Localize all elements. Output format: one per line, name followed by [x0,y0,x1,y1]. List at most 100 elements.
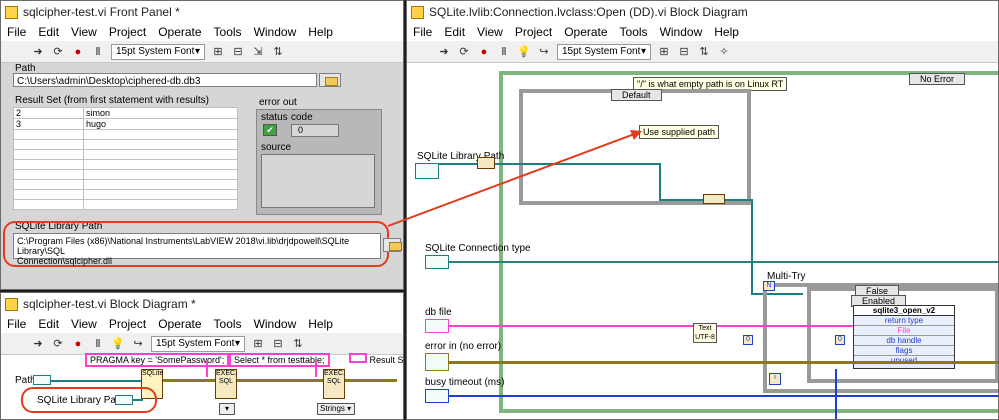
menu-operate[interactable]: Operate [158,25,201,39]
table-row [13,179,238,190]
menu-operate[interactable]: Operate [564,25,607,39]
front-panel-menubar: File Edit View Project Operate Tools Win… [1,23,403,41]
menu-edit[interactable]: Edit [444,25,465,39]
distribute-icon[interactable]: ⊟ [271,337,285,351]
table-row [13,149,238,160]
path-browse-button[interactable] [319,73,341,87]
sqlite-open-canvas: "/" is what empty path is on Linux RT No… [407,63,998,419]
menu-window[interactable]: Window [254,317,297,331]
exec-mode-selector[interactable]: ▾ [219,403,235,415]
path-to-string-node[interactable] [703,194,725,204]
menu-project[interactable]: Project [109,317,146,331]
menu-file[interactable]: File [7,25,26,39]
path-compare-node[interactable] [477,157,495,169]
zero-constant-2[interactable]: 0 [835,335,845,345]
menu-tools[interactable]: Tools [620,25,648,39]
db-file-terminal[interactable] [425,319,449,333]
highlight-execution-icon[interactable]: 💡 [517,45,531,59]
error-wire [449,361,998,364]
sqlite-path-browse-button[interactable] [383,238,402,252]
menu-project[interactable]: Project [109,25,146,39]
source-label: source [261,142,292,153]
sqlite-path-terminal[interactable] [415,163,439,179]
menu-file[interactable]: File [7,317,26,331]
utf8-node-label: UTF-8 [695,334,715,341]
menu-view[interactable]: View [71,25,97,39]
path-terminal[interactable] [33,375,51,385]
font-select[interactable]: 15pt System Font ▾ [151,335,245,352]
sqlite-path-terminal[interactable] [115,395,133,405]
pause-icon[interactable]: Ⅱ [91,45,105,59]
align-icon[interactable]: ⊞ [657,45,671,59]
caller-bd-canvas: PRAGMA key = 'SomePassword'; Select * fr… [1,353,403,419]
sqlite-open-menubar: File Edit View Project Operate Tools Win… [407,23,998,41]
zero-constant-1[interactable]: 0 [743,335,753,345]
menu-tools[interactable]: Tools [214,25,242,39]
distribute-icon[interactable]: ⊟ [677,45,691,59]
font-select[interactable]: 15pt System Font ▾ [111,43,205,60]
pause-icon[interactable]: Ⅱ [91,337,105,351]
menu-window[interactable]: Window [660,25,703,39]
menu-tools[interactable]: Tools [214,317,242,331]
step-icon[interactable]: ↪ [131,337,145,351]
run-arrow-icon[interactable]: ➜ [31,337,45,351]
resize-icon[interactable]: ⇲ [251,45,265,59]
default-case-selector[interactable]: Default [611,89,662,101]
sqlite-open-toolbar: ➜ ⟳ ● Ⅱ 💡 ↪ 15pt System Font ▾ ⊞ ⊟ ⇅ ✧ [407,41,998,63]
exec-sql-node-1[interactable]: EXEC. SQL [215,369,237,399]
font-select[interactable]: 15pt System Font ▾ [557,43,651,60]
menu-edit[interactable]: Edit [38,25,59,39]
sqlite-open-title: SQLite.lvlib:Connection.lvclass:Open (DD… [429,5,748,19]
call-library-param: return type [854,316,954,326]
busy-timeout-terminal[interactable] [425,389,449,403]
run-continuous-icon[interactable]: ⟳ [51,45,65,59]
call-library-node[interactable]: sqlite3_open_v2 return type File db hand… [853,305,955,369]
menu-operate[interactable]: Operate [158,317,201,331]
highlight-execution-icon[interactable]: 💡 [111,337,125,351]
strings-selector[interactable]: Strings ▾ [317,403,355,415]
iteration-terminal: i [769,373,781,385]
menu-project[interactable]: Project [515,25,552,39]
align-icon[interactable]: ⊞ [251,337,265,351]
pause-icon[interactable]: Ⅱ [497,45,511,59]
distribute-icon[interactable]: ⊟ [231,45,245,59]
loop-count-terminal[interactable]: N [763,281,775,291]
run-continuous-icon[interactable]: ⟳ [51,337,65,351]
menu-help[interactable]: Help [308,317,333,331]
no-error-selector[interactable]: No Error [909,73,966,85]
abort-icon[interactable]: ● [71,45,85,59]
align-icon[interactable]: ⊞ [211,45,225,59]
run-arrow-icon[interactable]: ➜ [31,45,45,59]
menu-help[interactable]: Help [308,25,333,39]
abort-icon[interactable]: ● [477,45,491,59]
connection-type-terminal[interactable] [425,255,449,269]
path-control[interactable]: C:\Users\admin\Desktop\ciphered-db.db3 [13,73,317,87]
menu-view[interactable]: View [71,317,97,331]
abort-icon[interactable]: ● [71,337,85,351]
cleanup-icon[interactable]: ✧ [717,45,731,59]
menu-edit[interactable]: Edit [38,317,59,331]
menu-help[interactable]: Help [714,25,739,39]
reorder-icon[interactable]: ⇅ [291,337,305,351]
busy-timeout-label: busy timeout (ms) [425,377,505,388]
run-continuous-icon[interactable]: ⟳ [457,45,471,59]
status-indicator: ✔ [263,124,277,136]
text-utf8-node[interactable]: Text UTF-8 [693,323,717,343]
table-row [13,159,238,170]
exec-sql-node-2[interactable]: EXEC. SQL [323,369,345,399]
menu-window[interactable]: Window [254,25,297,39]
menu-file[interactable]: File [413,25,432,39]
table-row [13,169,238,180]
menu-view[interactable]: View [477,25,503,39]
step-icon[interactable]: ↪ [537,45,551,59]
result-set-table[interactable]: 2 simon 3 hugo [13,107,238,210]
sqlite-path-terminal-label: SQLite Library Path [37,395,125,406]
error-in-terminal[interactable] [425,353,449,371]
call-library-param: db handle [854,336,954,346]
connection-wire [163,379,215,382]
run-arrow-icon[interactable]: ➜ [437,45,451,59]
reorder-icon[interactable]: ⇅ [697,45,711,59]
reorder-icon[interactable]: ⇅ [271,45,285,59]
busy-timeout-wire [449,395,998,397]
sqlite-path-control[interactable]: C:\Program Files (x86)\National Instrume… [13,233,381,266]
